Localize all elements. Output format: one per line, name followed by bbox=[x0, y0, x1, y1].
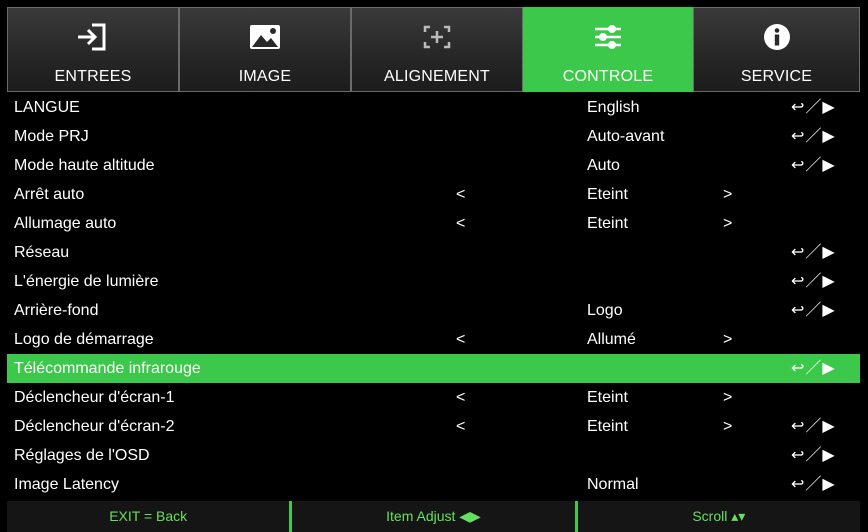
tab-controle[interactable]: CONTROLE bbox=[523, 7, 693, 92]
setting-value: Eteint bbox=[587, 215, 628, 232]
row-langue[interactable]: LANGUE English ↩／▶ bbox=[7, 93, 860, 122]
enter-submenu-icon[interactable]: ↩／▶ bbox=[791, 441, 836, 470]
row-declencheur-ecran-2[interactable]: Déclencheur d'écran-2 < Eteint > ↩／▶ bbox=[7, 412, 860, 441]
row-telecommande-infrarouge[interactable]: Télécommande infrarouge ↩／▶ bbox=[7, 354, 860, 383]
info-icon bbox=[694, 22, 859, 52]
setting-value: Allumé bbox=[587, 331, 636, 348]
enter-submenu-icon[interactable]: ↩／▶ bbox=[791, 267, 836, 296]
projector-osd-menu: ENTREES IMAGE ALIGNEMENT CONTROLE SERVIC… bbox=[0, 0, 868, 532]
sliders-icon bbox=[524, 22, 692, 52]
setting-label: Arrière-fond bbox=[14, 302, 99, 319]
enter-submenu-icon[interactable]: ↩／▶ bbox=[791, 122, 836, 151]
increase-arrow[interactable]: > bbox=[723, 209, 732, 238]
enter-submenu-icon[interactable]: ↩／▶ bbox=[791, 412, 836, 441]
setting-label: Déclencheur d'écran-2 bbox=[14, 418, 175, 435]
row-logo-de-demarrage[interactable]: Logo de démarrage < Allumé > bbox=[7, 325, 860, 354]
row-reseau[interactable]: Réseau ↩／▶ bbox=[7, 238, 860, 267]
footer-scroll-text: Scroll ▴▾ bbox=[692, 508, 746, 524]
setting-value: Eteint bbox=[587, 186, 628, 203]
setting-value: Auto-avant bbox=[587, 128, 665, 145]
tab-label: CONTROLE bbox=[562, 68, 654, 85]
alignment-icon bbox=[352, 22, 522, 52]
setting-label: LANGUE bbox=[14, 99, 80, 116]
tab-image[interactable]: IMAGE bbox=[179, 7, 351, 92]
tab-service[interactable]: SERVICE bbox=[693, 7, 860, 92]
setting-label: Allumage auto bbox=[14, 215, 117, 232]
setting-label: Télécommande infrarouge bbox=[14, 360, 201, 377]
input-icon bbox=[8, 22, 178, 52]
tab-entrees[interactable]: ENTREES bbox=[7, 7, 179, 92]
row-mode-prj[interactable]: Mode PRJ Auto-avant ↩／▶ bbox=[7, 122, 860, 151]
tab-alignement[interactable]: ALIGNEMENT bbox=[351, 7, 523, 92]
enter-submenu-icon[interactable]: ↩／▶ bbox=[791, 238, 836, 267]
setting-label: Logo de démarrage bbox=[14, 331, 154, 348]
tab-label: ENTREES bbox=[54, 68, 132, 85]
setting-value: Normal bbox=[587, 476, 639, 493]
row-allumage-auto[interactable]: Allumage auto < Eteint > bbox=[7, 209, 860, 238]
increase-arrow[interactable]: > bbox=[723, 180, 732, 209]
row-mode-haute-altitude[interactable]: Mode haute altitude Auto ↩／▶ bbox=[7, 151, 860, 180]
enter-submenu-icon[interactable]: ↩／▶ bbox=[791, 151, 836, 180]
tab-label: SERVICE bbox=[740, 68, 813, 85]
row-arret-auto[interactable]: Arrêt auto < Eteint > bbox=[7, 180, 860, 209]
footer-adjust-text: Item Adjust ◀▶ bbox=[386, 508, 481, 524]
setting-label: Réseau bbox=[14, 244, 70, 261]
decrease-arrow[interactable]: < bbox=[456, 412, 465, 441]
row-energie-de-lumiere[interactable]: L'énergie de lumière ↩／▶ bbox=[7, 267, 860, 296]
increase-arrow[interactable]: > bbox=[723, 383, 732, 412]
menu-tab-bar: ENTREES IMAGE ALIGNEMENT CONTROLE SERVIC… bbox=[7, 7, 860, 92]
row-arriere-fond[interactable]: Arrière-fond Logo ↩／▶ bbox=[7, 296, 860, 325]
row-declencheur-ecran-1[interactable]: Déclencheur d'écran-1 < Eteint > bbox=[7, 383, 860, 412]
footer-adjust-hint: Item Adjust ◀▶ bbox=[292, 501, 574, 532]
footer-back-hint: EXIT = Back bbox=[7, 501, 289, 532]
decrease-arrow[interactable]: < bbox=[456, 325, 465, 354]
setting-value: Eteint bbox=[587, 389, 628, 406]
setting-label: Réglages de l'OSD bbox=[14, 447, 150, 464]
row-reglages-osd[interactable]: Réglages de l'OSD ↩／▶ bbox=[7, 441, 860, 470]
setting-value: Logo bbox=[587, 302, 623, 319]
enter-submenu-icon[interactable]: ↩／▶ bbox=[791, 470, 836, 499]
setting-label: Mode haute altitude bbox=[14, 157, 155, 174]
setting-label: Mode PRJ bbox=[14, 128, 89, 145]
decrease-arrow[interactable]: < bbox=[456, 383, 465, 412]
footer-hint-bar: EXIT = Back Item Adjust ◀▶ Scroll ▴▾ bbox=[7, 501, 860, 532]
decrease-arrow[interactable]: < bbox=[456, 180, 465, 209]
setting-label: L'énergie de lumière bbox=[14, 273, 159, 290]
setting-value: Auto bbox=[587, 157, 620, 174]
footer-scroll-hint: Scroll ▴▾ bbox=[578, 501, 860, 532]
row-image-latency[interactable]: Image Latency Normal ↩／▶ bbox=[7, 470, 860, 499]
tab-label: ALIGNEMENT bbox=[383, 68, 490, 85]
enter-submenu-icon[interactable]: ↩／▶ bbox=[791, 296, 836, 325]
increase-arrow[interactable]: > bbox=[723, 412, 732, 441]
footer-back-text: EXIT = Back bbox=[109, 508, 188, 524]
tab-label: IMAGE bbox=[238, 68, 292, 85]
increase-arrow[interactable]: > bbox=[723, 325, 732, 354]
setting-label: Image Latency bbox=[14, 476, 119, 493]
enter-submenu-icon[interactable]: ↩／▶ bbox=[791, 93, 836, 122]
decrease-arrow[interactable]: < bbox=[456, 209, 465, 238]
image-icon bbox=[180, 22, 350, 52]
setting-value: Eteint bbox=[587, 418, 628, 435]
setting-label: Arrêt auto bbox=[14, 186, 85, 203]
settings-list: LANGUE English ↩／▶ Mode PRJ Auto-avant ↩… bbox=[7, 93, 860, 499]
setting-value: English bbox=[587, 99, 640, 116]
setting-label: Déclencheur d'écran-1 bbox=[14, 389, 175, 406]
enter-submenu-icon[interactable]: ↩／▶ bbox=[791, 354, 836, 383]
